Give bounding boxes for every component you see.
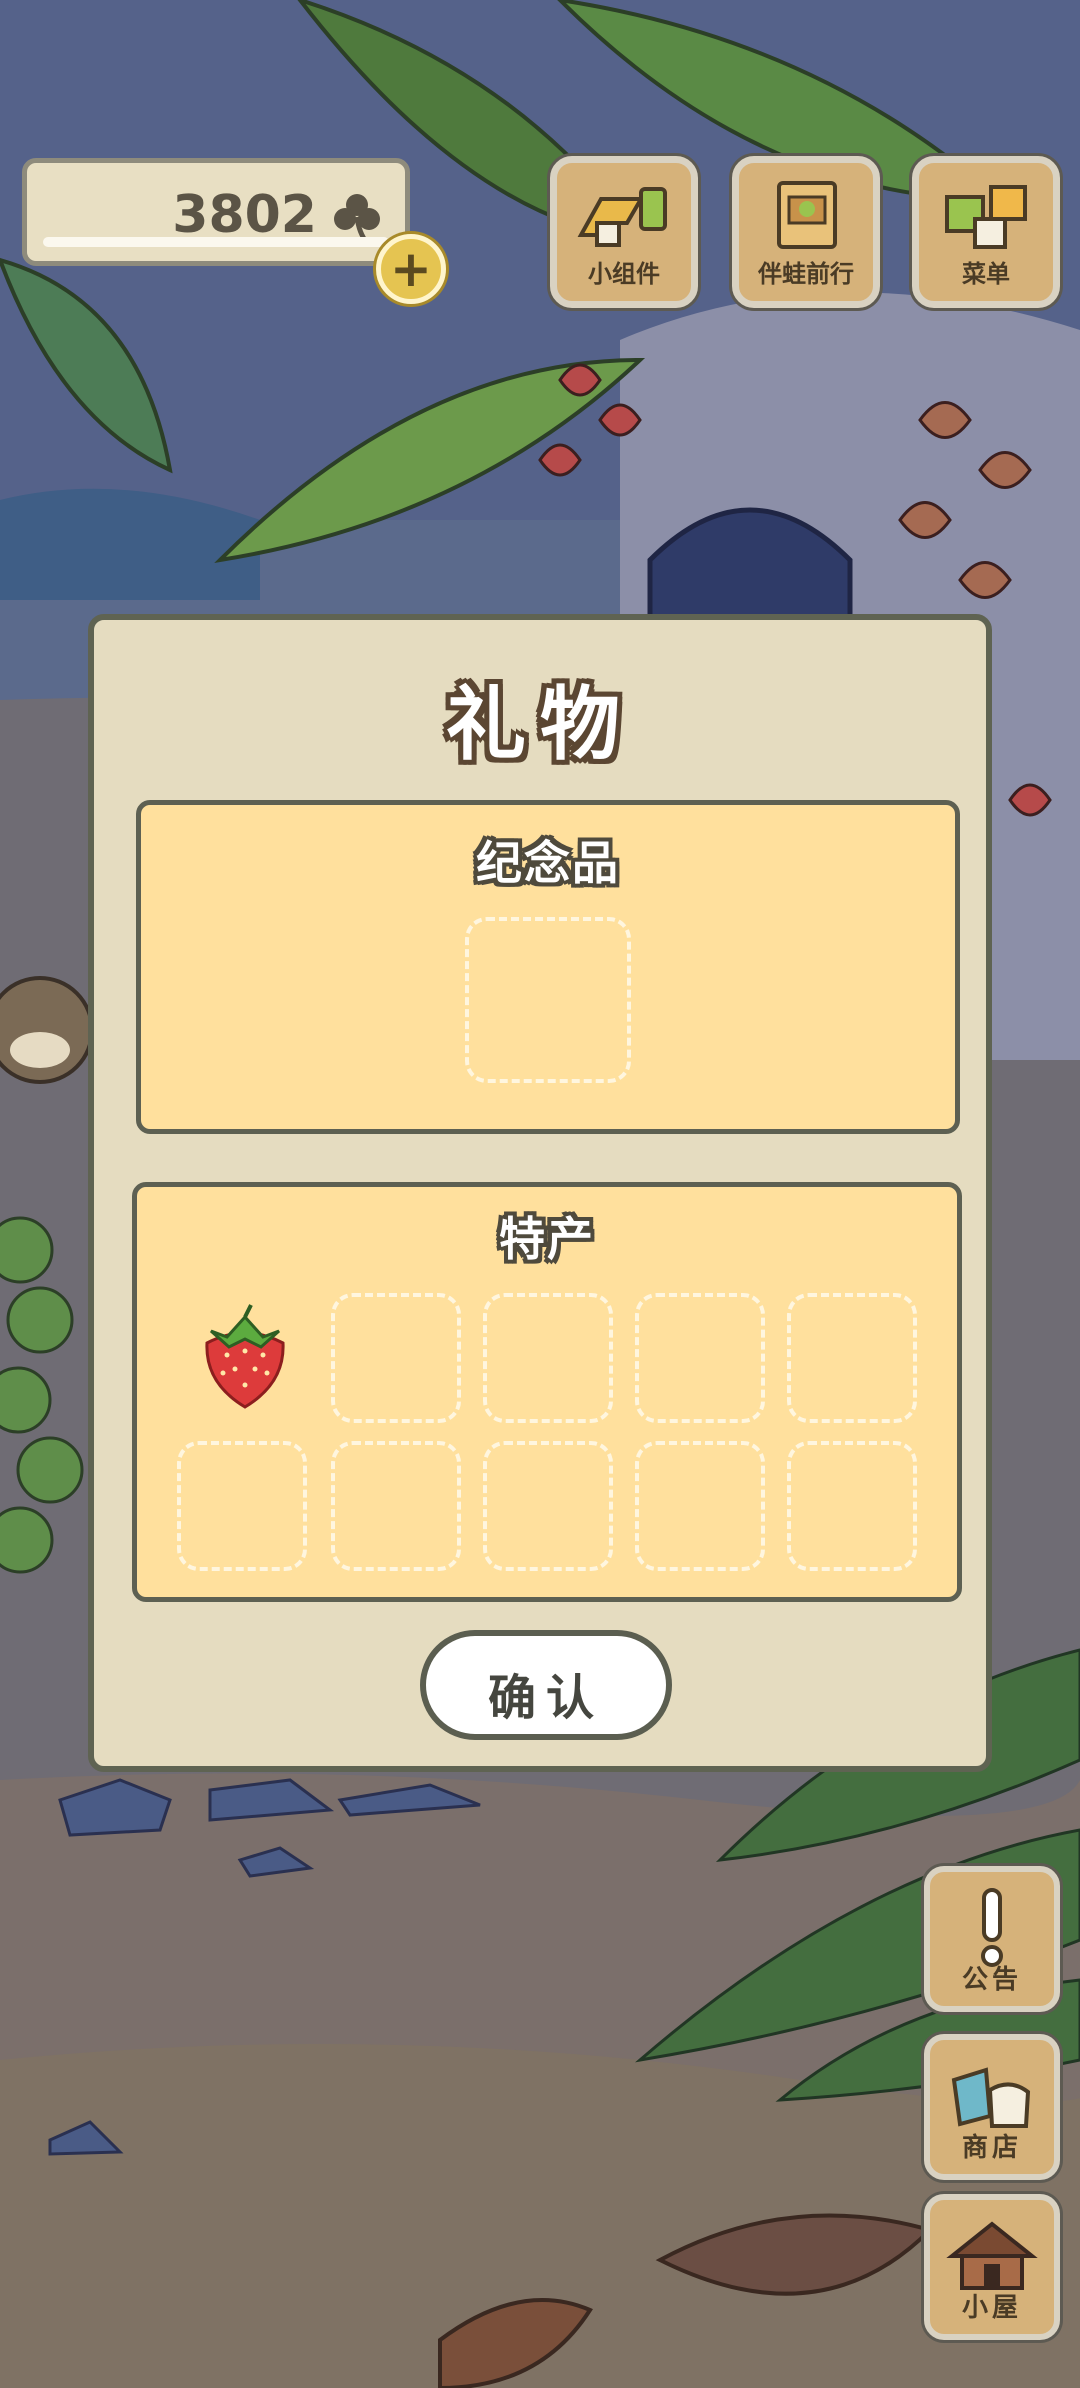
specialty-slot[interactable] bbox=[331, 1293, 461, 1423]
specialty-slot[interactable] bbox=[483, 1441, 613, 1571]
specialty-slot[interactable] bbox=[177, 1441, 307, 1571]
notice-button[interactable]: 公告 bbox=[924, 1866, 1060, 2012]
specialty-slot[interactable] bbox=[787, 1293, 917, 1423]
specialty-slot[interactable] bbox=[635, 1293, 765, 1423]
menu-button[interactable]: 菜单 bbox=[912, 156, 1060, 308]
house-button[interactable]: 小屋 bbox=[924, 2194, 1060, 2340]
shop-button[interactable]: 商店 bbox=[924, 2034, 1060, 2180]
specialty-slot[interactable] bbox=[787, 1441, 917, 1571]
souvenir-panel: 纪念品 bbox=[136, 800, 960, 1134]
specialty-slot[interactable] bbox=[331, 1441, 461, 1571]
specialty-title: 特产 bbox=[499, 1212, 595, 1266]
clover-counter: 3802 bbox=[22, 158, 410, 266]
specialty-slot[interactable] bbox=[635, 1441, 765, 1571]
travel-album-button[interactable]: 伴蛙前行 bbox=[732, 156, 880, 308]
counter-underline bbox=[43, 237, 389, 247]
travel-album-label: 伴蛙前行 bbox=[758, 260, 854, 288]
widget-label: 小组件 bbox=[588, 260, 660, 288]
widget-button[interactable]: 小组件 bbox=[550, 156, 698, 308]
specialty-slot[interactable] bbox=[483, 1293, 613, 1423]
souvenir-title: 纪念品 bbox=[476, 836, 620, 890]
plus-icon: + bbox=[390, 240, 432, 298]
clover-amount: 3802 bbox=[172, 185, 317, 245]
confirm-label: 确认 bbox=[487, 1670, 604, 1726]
gift-dialog: 礼物 纪念品 特产 确认 bbox=[88, 614, 992, 1772]
house-label: 小屋 bbox=[961, 2293, 1022, 2323]
specialty-panel: 特产 bbox=[132, 1182, 962, 1602]
dialog-title: 礼物 bbox=[446, 678, 634, 771]
strawberry-icon[interactable] bbox=[197, 1303, 293, 1413]
menu-label: 菜单 bbox=[962, 260, 1010, 288]
shop-label: 商店 bbox=[961, 2133, 1022, 2163]
souvenir-slot[interactable] bbox=[465, 917, 631, 1083]
confirm-button[interactable]: 确认 bbox=[420, 1630, 672, 1740]
notice-label: 公告 bbox=[961, 1965, 1022, 1995]
add-clover-button[interactable]: + bbox=[376, 234, 446, 304]
